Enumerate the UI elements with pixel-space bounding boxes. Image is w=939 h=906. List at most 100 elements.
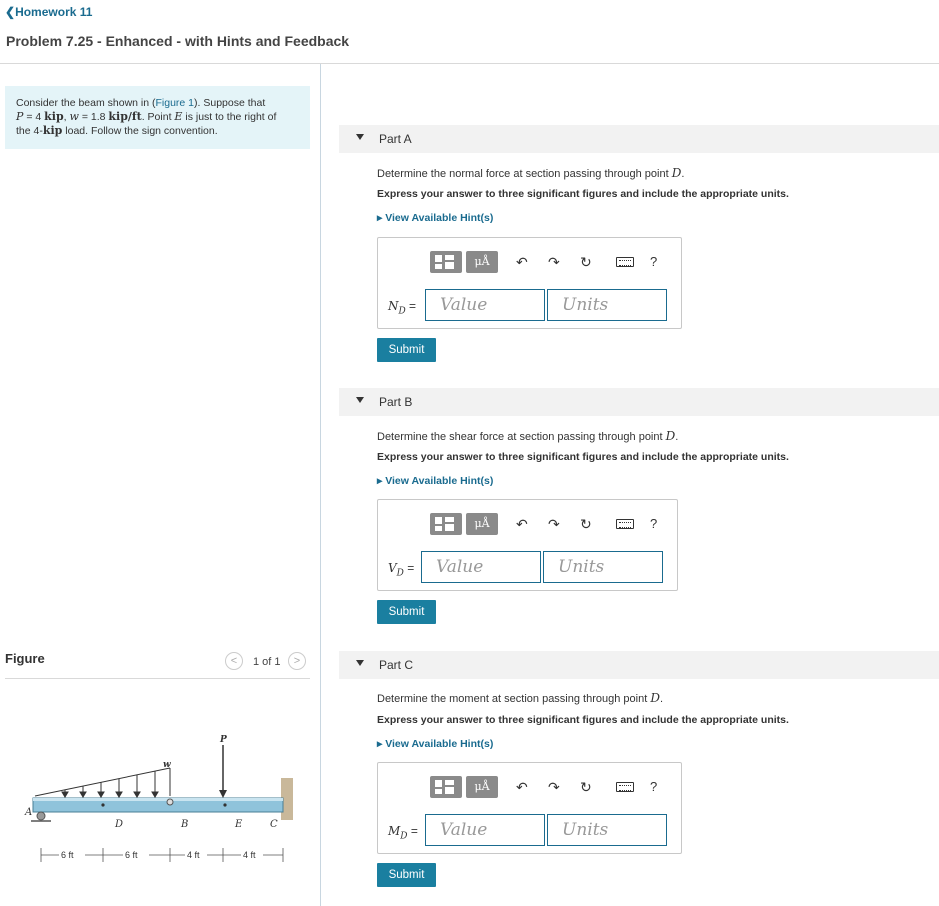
figure-divider (5, 678, 310, 679)
header-divider (0, 63, 939, 64)
question-text: Determine the shear force at section pas… (377, 431, 666, 443)
redo-icon[interactable]: ↷ (548, 252, 560, 272)
column-divider (320, 64, 321, 906)
templates-button[interactable] (430, 251, 462, 273)
help-button[interactable]: ? (650, 514, 657, 534)
part-b-header[interactable]: Part B (339, 388, 939, 416)
label-w: w (163, 760, 171, 770)
units-symbol-button[interactable]: μÅ (466, 251, 498, 273)
chevron-left-icon: ❮ (5, 5, 16, 19)
redo-icon[interactable]: ↷ (548, 777, 560, 797)
reset-icon[interactable]: ↻ (580, 777, 592, 797)
part-a-submit-button[interactable]: Submit (377, 338, 436, 362)
value-input[interactable]: Value (425, 289, 545, 321)
units-symbol-button[interactable]: μÅ (466, 513, 498, 535)
figure-link[interactable]: Figure 1 (156, 97, 195, 109)
problem-line-3: the 4-kip load. Follow the sign conventi… (16, 124, 299, 138)
part-c-hint-link[interactable]: ▸ View Available Hint(s) (377, 738, 493, 750)
answer-var: V (388, 561, 397, 575)
part-b-submit-button[interactable]: Submit (377, 600, 436, 624)
previous-figure-button[interactable]: < (225, 652, 243, 670)
units-symbol-button[interactable]: μÅ (466, 776, 498, 798)
caret-down-icon[interactable] (356, 134, 364, 140)
label-B: B (180, 819, 188, 830)
hint-label: View Available Hint(s) (385, 475, 494, 487)
figure-pager: 1 of 1 (253, 656, 281, 668)
part-a-header[interactable]: Part A (339, 125, 939, 153)
part-b-answer-box: μÅ ↶ ↷ ↻ ? VD = Value Units (377, 499, 678, 591)
templates-button[interactable] (430, 776, 462, 798)
beam-figure[interactable]: A D B E C P w 6 ft 6 ft 4 ft 4 ft (5, 690, 305, 880)
question-suffix: . (681, 168, 685, 180)
answer-var: N (388, 299, 399, 313)
part-a-instruction: Express your answer to three significant… (377, 188, 789, 200)
line3-prefix: the 4- (16, 125, 43, 137)
line3-kip: kip (42, 124, 63, 137)
question-text: Determine the moment at section passing … (377, 693, 651, 705)
answer-eq: = (405, 299, 417, 313)
keyboard-icon[interactable] (616, 257, 634, 267)
question-var: D (665, 429, 676, 443)
question-suffix: . (675, 431, 679, 443)
math-toolbar: μÅ ↶ ↷ ↻ ? (430, 776, 680, 798)
question-var: D (650, 691, 660, 705)
answer-label: MD = (388, 824, 418, 841)
units-input[interactable]: Units (543, 551, 663, 583)
math-toolbar: μÅ ↶ ↷ ↻ ? (430, 513, 680, 535)
back-link-label: Homework 11 (15, 5, 93, 19)
reset-icon[interactable]: ↻ (580, 252, 592, 272)
beam-highlight (33, 798, 283, 801)
question-text: Determine the normal force at section pa… (377, 168, 672, 180)
value-input[interactable]: Value (425, 814, 545, 846)
w-unit: kip/ft (108, 110, 142, 123)
back-to-homework-link[interactable]: ❮Homework 11 (5, 5, 92, 19)
answer-label: ND = (388, 299, 416, 316)
part-c-question: Determine the moment at section passing … (377, 691, 663, 705)
hint-label: View Available Hint(s) (385, 212, 494, 224)
templates-button[interactable] (430, 513, 462, 535)
part-c-instruction: Express your answer to three significant… (377, 714, 789, 726)
part-a-answer-box: μÅ ↶ ↷ ↻ ? ND = Value Units (377, 237, 682, 329)
problem-line-2: P = 4 kip, w = 1.8 kip/ft. Point E is ju… (16, 110, 277, 123)
redo-icon[interactable]: ↷ (548, 514, 560, 534)
caret-down-icon[interactable] (356, 660, 364, 666)
part-b-question: Determine the shear force at section pas… (377, 429, 678, 443)
dim-label-3: 4 ft (187, 850, 200, 860)
undo-icon[interactable]: ↶ (516, 514, 528, 534)
hint-label: View Available Hint(s) (385, 738, 494, 750)
undo-icon[interactable]: ↶ (516, 252, 528, 272)
keyboard-icon[interactable] (616, 519, 634, 529)
keyboard-icon[interactable] (616, 782, 634, 792)
answer-sub: D (400, 831, 408, 842)
math-toolbar: μÅ ↶ ↷ ↻ ? (430, 251, 680, 273)
part-b-instruction: Express your answer to three significant… (377, 451, 789, 463)
part-c-title: Part C (379, 658, 414, 672)
next-figure-button[interactable]: > (288, 652, 306, 670)
part-a-title: Part A (379, 132, 412, 146)
problem-statement: Consider the beam shown in (Figure 1). S… (5, 86, 310, 149)
point-suffix: is just to the right of (182, 111, 277, 123)
label-E: E (234, 819, 243, 830)
part-a-question: Determine the normal force at section pa… (377, 166, 684, 180)
units-input[interactable]: Units (547, 814, 667, 846)
reset-icon[interactable]: ↻ (580, 514, 592, 534)
value-input[interactable]: Value (421, 551, 541, 583)
pin-support-A (36, 811, 46, 821)
w-value: = 1.8 (78, 111, 109, 123)
caret-down-icon[interactable] (356, 397, 364, 403)
question-var: D (671, 166, 682, 180)
part-b-hint-link[interactable]: ▸ View Available Hint(s) (377, 475, 493, 487)
part-c-header[interactable]: Part C (339, 651, 939, 679)
load-arrows (61, 771, 159, 798)
help-button[interactable]: ? (650, 777, 657, 797)
part-a-hint-link[interactable]: ▸ View Available Hint(s) (377, 212, 493, 224)
units-input[interactable]: Units (547, 289, 667, 321)
undo-icon[interactable]: ↶ (516, 777, 528, 797)
point-D-marker (101, 803, 105, 807)
part-c-submit-button[interactable]: Submit (377, 863, 436, 887)
dim-label-4: 4 ft (243, 850, 256, 860)
hinge-B (166, 798, 174, 806)
help-button[interactable]: ? (650, 252, 657, 272)
label-C: C (270, 819, 278, 830)
point-prefix: . Point (141, 111, 175, 123)
